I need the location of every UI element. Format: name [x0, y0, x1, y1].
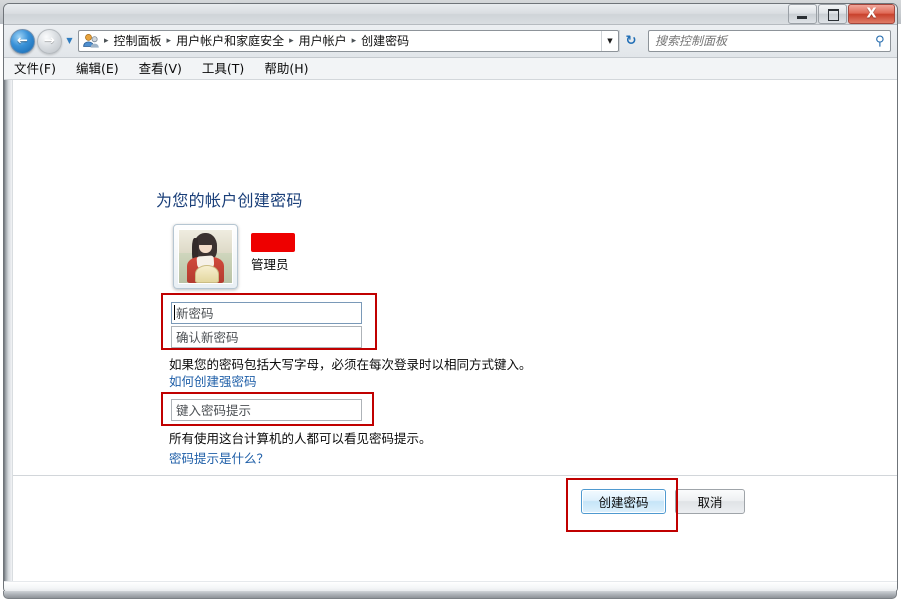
- avatar-hair-front: [196, 235, 215, 245]
- menu-item-edit[interactable]: 编辑(E): [76, 59, 130, 79]
- close-button[interactable]: X: [848, 4, 895, 24]
- new-password-input[interactable]: [171, 302, 362, 324]
- address-bar[interactable]: ▸ 控制面板 ▸ 用户帐户和家庭安全 ▸ 用户帐户 ▸ 创建密码 ▼: [78, 30, 619, 52]
- address-dropdown-button[interactable]: ▼: [601, 31, 618, 51]
- chevron-down-icon: ▼: [66, 36, 73, 45]
- create-password-button[interactable]: 创建密码: [581, 489, 666, 514]
- title-bar: X: [4, 4, 897, 25]
- minimize-button[interactable]: [788, 4, 817, 24]
- refresh-icon: ↻: [625, 33, 637, 49]
- content-pane: 为您的帐户创建密码 管理员 新密码 确认新密码 如果您的密码包括大写字母，必须在…: [13, 80, 897, 592]
- user-avatar-picture: [178, 229, 233, 284]
- recent-pages-button[interactable]: ▼: [63, 37, 76, 45]
- search-box[interactable]: ⚲: [648, 30, 891, 52]
- text-caret: [174, 305, 175, 320]
- account-role-label: 管理员: [251, 257, 289, 272]
- address-toolbar: ← → ▼ ▸ 控制面板 ▸ 用户帐户和家庭安全 ▸ 用户帐户 ▸ 创建密码 ▼…: [4, 25, 897, 58]
- refresh-button[interactable]: ↻: [619, 30, 642, 52]
- forward-arrow-icon: →: [44, 33, 55, 49]
- menu-item-view[interactable]: 查看(V): [139, 59, 193, 79]
- breadcrumb-item-create-password[interactable]: 创建密码: [358, 32, 412, 50]
- window-body: 为您的帐户创建密码 管理员 新密码 确认新密码 如果您的密码包括大写字母，必须在…: [4, 80, 897, 592]
- breadcrumb-item-user-accounts[interactable]: 用户帐户: [296, 32, 350, 50]
- search-icon: ⚲: [875, 33, 885, 49]
- breadcrumb-separator: ▸: [351, 36, 357, 46]
- back-button[interactable]: ←: [10, 28, 35, 54]
- navigation-pane-edge: [4, 80, 13, 592]
- breadcrumb-separator: ▸: [104, 36, 109, 46]
- maximize-button[interactable]: [818, 4, 847, 24]
- menu-item-tools[interactable]: 工具(T): [202, 59, 255, 79]
- breadcrumb-separator: ▸: [166, 36, 172, 46]
- menu-item-help[interactable]: 帮助(H): [264, 59, 319, 79]
- search-input[interactable]: [649, 34, 870, 48]
- maximize-icon: [828, 9, 839, 21]
- breadcrumb: ▸ 控制面板 ▸ 用户帐户和家庭安全 ▸ 用户帐户 ▸ 创建密码: [100, 32, 601, 50]
- window-frame-bottom: [3, 591, 897, 599]
- window-controls: X: [788, 4, 895, 24]
- close-icon: X: [866, 6, 877, 22]
- confirm-password-input[interactable]: [171, 326, 362, 348]
- hint-visibility-note: 所有使用这台计算机的人都可以看见密码提示。: [169, 431, 432, 446]
- username-redaction-box: [251, 233, 295, 252]
- user-accounts-icon: [82, 33, 100, 49]
- back-arrow-icon: ←: [17, 33, 28, 49]
- password-hint-input[interactable]: [171, 399, 362, 421]
- forward-button[interactable]: →: [37, 28, 62, 54]
- minimize-icon: [797, 16, 807, 19]
- avatar-fan: [194, 264, 220, 283]
- explorer-window: X ← → ▼ ▸ 控制面板 ▸ 用户帐户和家庭安全 ▸ 用户帐户 ▸ 创建密码…: [3, 3, 898, 593]
- strong-password-link[interactable]: 如何创建强密码: [169, 371, 257, 390]
- what-is-hint-link[interactable]: 密码提示是什么？: [169, 448, 269, 467]
- menu-bar: 文件(F) 编辑(E) 查看(V) 工具(T) 帮助(H): [4, 58, 897, 80]
- chevron-down-icon: ▼: [607, 37, 613, 45]
- breadcrumb-separator: ▸: [289, 36, 294, 46]
- screen-root: X ← → ▼ ▸ 控制面板 ▸ 用户帐户和家庭安全 ▸ 用户帐户 ▸ 创建密码…: [0, 0, 901, 599]
- cancel-button[interactable]: 取消: [675, 489, 745, 514]
- menu-item-file[interactable]: 文件(F): [14, 59, 67, 79]
- actions-divider: [13, 475, 897, 476]
- breadcrumb-item-control-panel[interactable]: 控制面板: [111, 32, 165, 50]
- page-title: 为您的帐户创建密码: [156, 191, 303, 210]
- avatar[interactable]: [173, 224, 238, 289]
- breadcrumb-item-user-accounts-family-safety[interactable]: 用户帐户和家庭安全: [173, 32, 287, 50]
